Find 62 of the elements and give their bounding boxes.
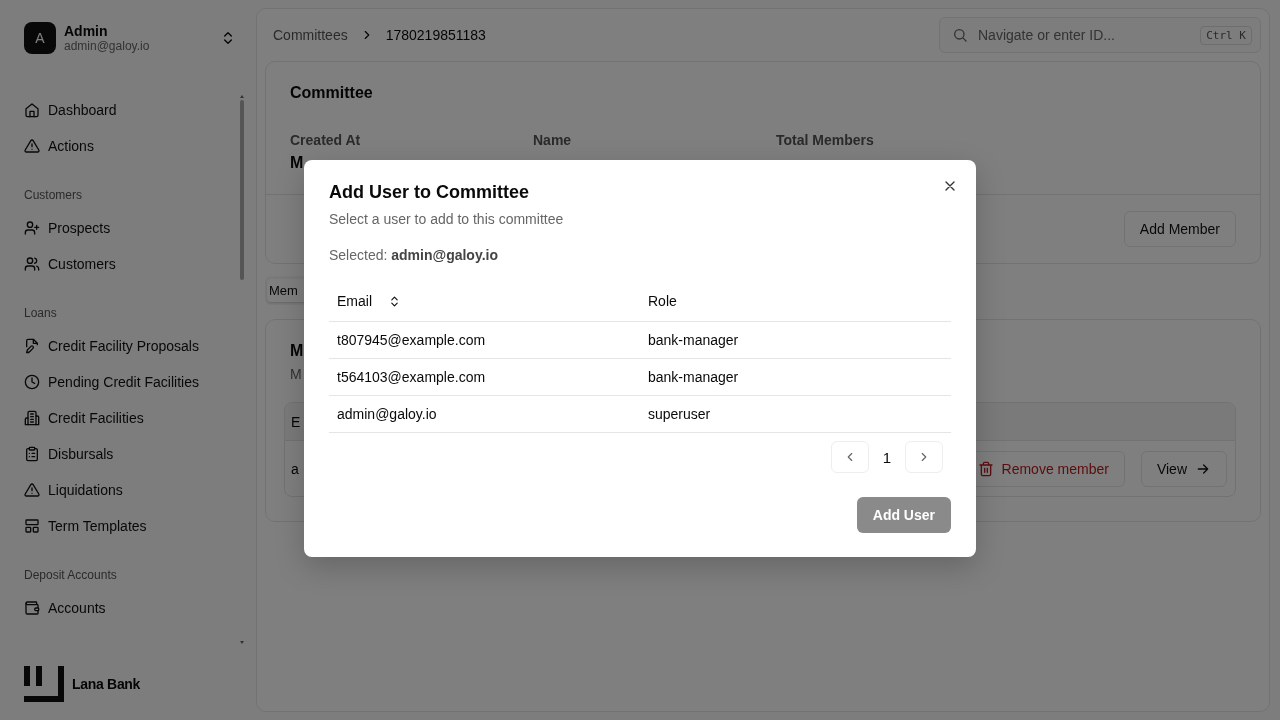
- warning-icon: [24, 138, 40, 154]
- shortcut-key: Ctrl K: [1200, 25, 1252, 45]
- logo-icon: [24, 666, 64, 702]
- user-name: Admin: [64, 23, 109, 39]
- table-cell: a: [291, 460, 299, 477]
- card-description: M: [290, 366, 302, 382]
- dialog-title: Add User to Committee: [329, 182, 531, 203]
- nav-item[interactable]: Pending Credit Facilities: [24, 364, 199, 400]
- field-value: M: [290, 154, 304, 172]
- selected-text: Selected: admin@galoy.io: [329, 247, 499, 263]
- nav-item[interactable]: Prospects: [24, 210, 111, 246]
- add-member-button[interactable]: Add Member: [1123, 211, 1236, 247]
- nav-item[interactable]: Term Templates: [24, 508, 147, 544]
- column-header: Role: [648, 293, 677, 309]
- field-label: Name: [533, 132, 573, 148]
- breadcrumb-current: 1780219851183: [385, 27, 486, 43]
- nav-item[interactable]: Credit Facilities: [24, 400, 144, 436]
- table-cell: bank-manager: [648, 332, 739, 348]
- building-icon: [24, 410, 40, 426]
- search-icon: [952, 27, 968, 43]
- warning-icon: [24, 482, 40, 498]
- card-title: Committee: [289, 83, 374, 102]
- wallet-icon: [24, 600, 40, 616]
- trash-icon: [977, 460, 994, 477]
- nav-item[interactable]: Disbursals: [24, 436, 114, 472]
- nav-item[interactable]: Accounts: [24, 590, 106, 626]
- brand-name: Lana Bank: [72, 676, 141, 692]
- next-page-button[interactable]: [905, 441, 943, 473]
- table-cell: t564103@example.com: [337, 369, 486, 385]
- layout-icon: [24, 518, 40, 534]
- nav-item[interactable]: Dashboard: [24, 92, 117, 128]
- column-header[interactable]: Email: [337, 293, 372, 309]
- nav-section-heading: Deposit Accounts: [24, 568, 118, 582]
- user-plus-icon: [24, 220, 40, 236]
- field-label: Created At: [290, 132, 362, 148]
- table-cell: bank-manager: [648, 369, 739, 385]
- nav-item[interactable]: Actions: [24, 128, 94, 164]
- dialog-subtitle: Select a user to add to this committee: [329, 211, 565, 227]
- sort-icon: [388, 294, 401, 308]
- table-cell: superuser: [648, 406, 711, 422]
- home-icon: [24, 102, 40, 118]
- nav-item[interactable]: Credit Facility Proposals: [24, 328, 199, 364]
- user-email: admin@galoy.io: [64, 39, 151, 53]
- table-cell: admin@galoy.io: [337, 406, 437, 422]
- nav-item[interactable]: Customers: [24, 246, 116, 282]
- table-cell: t807945@example.com: [337, 332, 486, 348]
- nav-item[interactable]: Liquidations: [24, 472, 123, 508]
- document-pen-icon: [24, 338, 40, 354]
- field-label: Total Members: [776, 132, 875, 148]
- column-header: E: [291, 413, 301, 430]
- user-avatar[interactable]: A: [24, 22, 56, 54]
- previous-page-button[interactable]: [830, 441, 869, 473]
- users-icon: [24, 256, 40, 272]
- breadcrumb-link[interactable]: Committees: [273, 27, 348, 43]
- card-title: M: [290, 342, 304, 360]
- clipboard-icon: [24, 446, 40, 462]
- search-field[interactable]: Navigate or enter ID... Ctrl K: [939, 17, 1261, 53]
- view-button[interactable]: View: [1140, 450, 1227, 487]
- nav-section-heading: Loans: [24, 306, 58, 320]
- page-number: 1: [882, 448, 891, 466]
- nav-section-heading: Customers: [24, 188, 83, 202]
- clock-icon: [24, 374, 40, 390]
